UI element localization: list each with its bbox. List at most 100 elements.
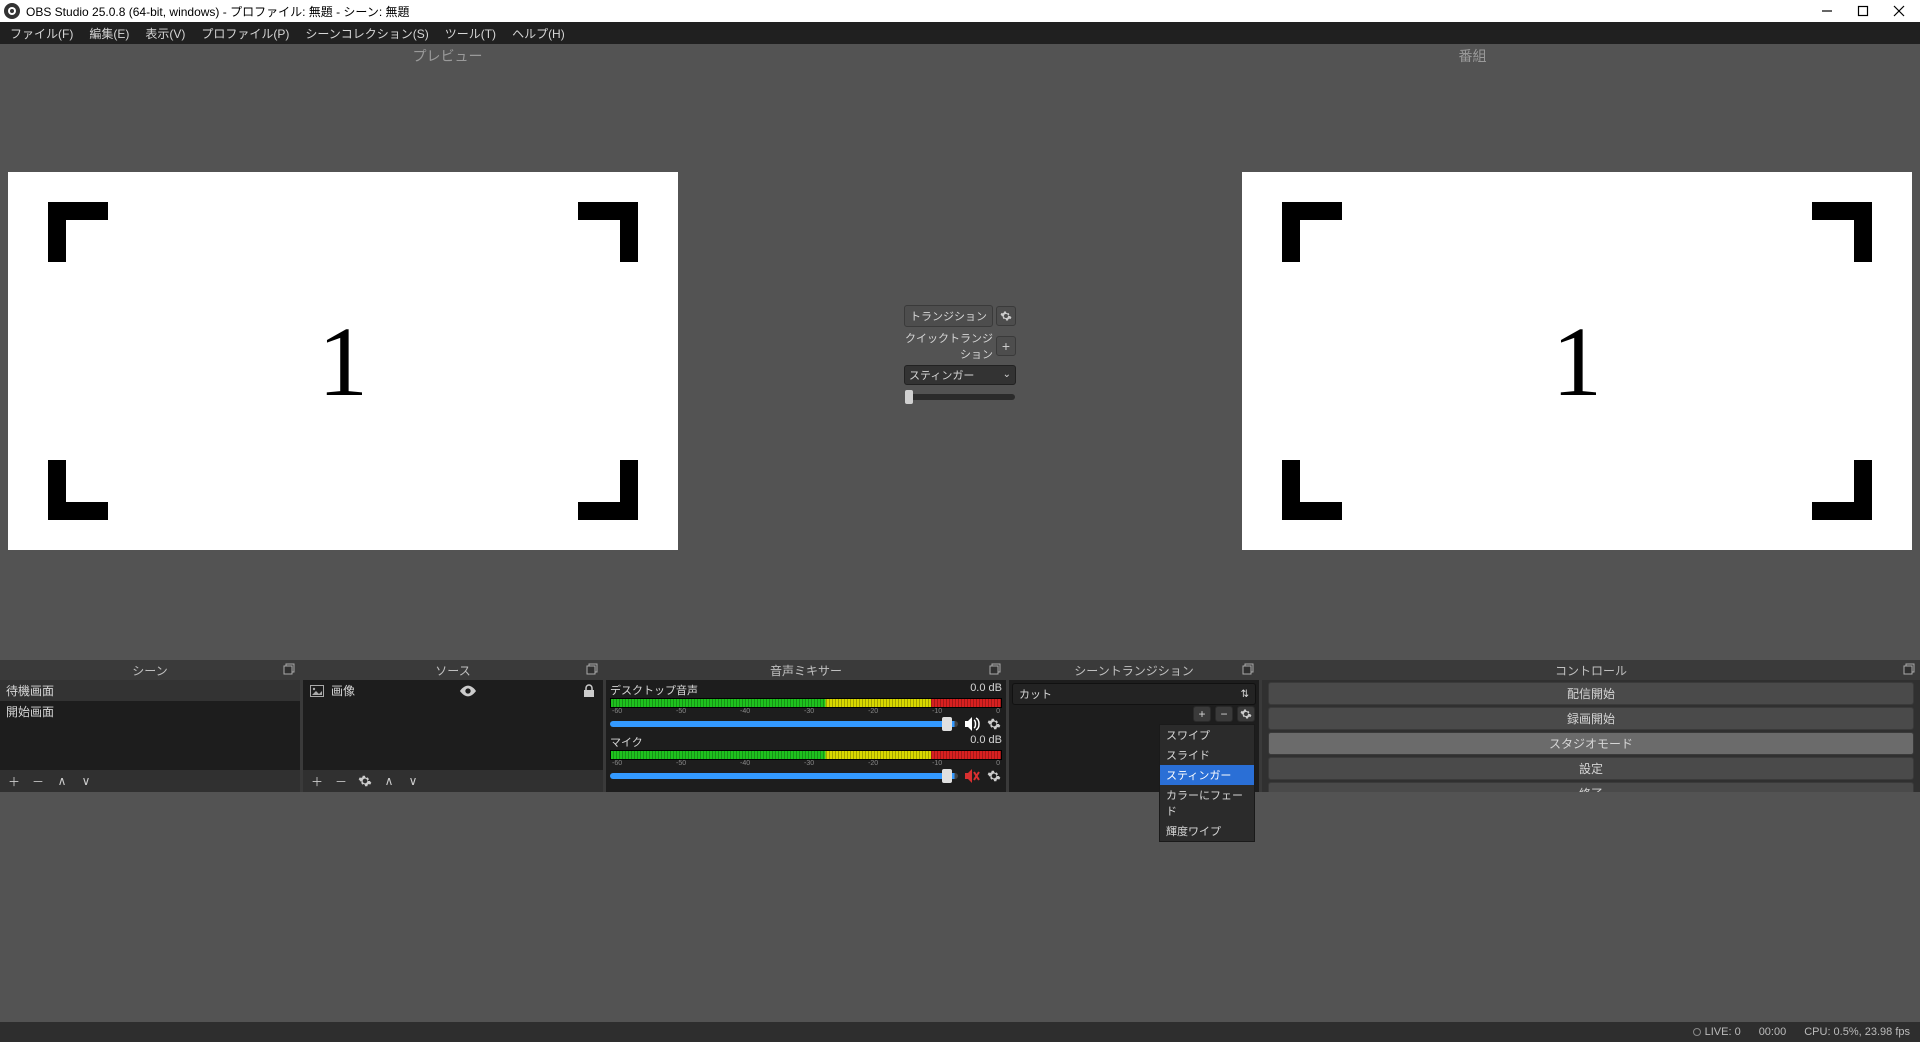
channel-db: 0.0 dB <box>970 734 1002 750</box>
quick-transition-label: クイックトランジション <box>904 330 993 362</box>
context-menu-item[interactable]: 輝度ワイプ <box>1160 821 1254 841</box>
crop-corner-icon <box>1282 460 1342 520</box>
mute-button[interactable] <box>964 768 980 784</box>
maximize-button[interactable] <box>1856 4 1870 18</box>
crop-corner-icon <box>1812 202 1872 262</box>
menu-file[interactable]: ファイル(F) <box>4 23 79 44</box>
menu-profile[interactable]: プロファイル(P) <box>195 23 295 44</box>
mute-button[interactable] <box>964 716 980 732</box>
menu-view[interactable]: 表示(V) <box>139 23 191 44</box>
context-menu-item[interactable]: カラーにフェード <box>1160 785 1254 821</box>
transition-context-menu: スワイプ スライド スティンガー カラーにフェード 輝度ワイプ <box>1159 724 1255 842</box>
source-item[interactable]: 画像 <box>303 680 603 701</box>
chevron-updown-icon: ⇅ <box>1241 689 1249 700</box>
crop-corner-icon <box>578 202 638 262</box>
status-cpu: CPU: 0.5%, 23.98 fps <box>1804 1026 1910 1038</box>
meter-ticks: -60-50-40-30-20-100 <box>610 760 1002 768</box>
slider-thumb-icon <box>942 769 952 783</box>
status-bar: LIVE: 0 00:00 CPU: 0.5%, 23.98 fps <box>0 1022 1920 1042</box>
channel-name: マイク <box>610 734 643 750</box>
channel-settings-button[interactable] <box>986 768 1002 784</box>
tbar-slider[interactable] <box>905 394 1015 400</box>
quick-transition-selected: スティンガー <box>909 367 974 383</box>
scene-item[interactable]: 待機画面 <box>0 680 300 701</box>
move-scene-down-button[interactable]: ∨ <box>78 773 94 789</box>
transition-settings-button[interactable] <box>1237 706 1255 722</box>
move-source-down-button[interactable]: ∨ <box>405 773 421 789</box>
crop-corner-icon <box>48 202 108 262</box>
slider-thumb-icon <box>942 717 952 731</box>
scene-transitions-title: シーントランジション <box>1074 662 1193 679</box>
app-logo-icon <box>4 3 20 19</box>
transition-settings-button[interactable] <box>996 306 1016 326</box>
move-source-up-button[interactable]: ∧ <box>381 773 397 789</box>
transition-selected: カット <box>1019 686 1052 702</box>
menu-edit[interactable]: 編集(E) <box>83 23 135 44</box>
plus-icon: + <box>1198 707 1205 721</box>
sources-dock: ソース 画像 ＋ － ∧ ∨ <box>303 660 603 792</box>
slider-thumb-icon <box>905 390 913 404</box>
dock-popout-button[interactable] <box>282 662 296 676</box>
crop-corner-icon <box>578 460 638 520</box>
plus-icon: + <box>1002 338 1010 354</box>
controls-dock: コントロール 配信開始 録画開始 スタジオモード 設定 終了 <box>1262 660 1920 792</box>
source-properties-button[interactable] <box>357 773 373 789</box>
live-dot-icon <box>1693 1028 1701 1036</box>
chevron-down-icon: ⌄ <box>1003 369 1011 380</box>
volume-slider[interactable] <box>610 773 958 779</box>
program-content-number: 1 <box>1552 304 1602 419</box>
audio-channel: マイク 0.0 dB -60-50-40-30-20-100 <box>606 732 1006 784</box>
context-menu-item[interactable]: スティンガー <box>1160 765 1254 785</box>
settings-button[interactable]: 設定 <box>1268 757 1914 780</box>
preview-canvas[interactable]: 1 <box>8 172 678 550</box>
transition-controls: トランジション クイックトランジション + スティンガー ⌄ <box>895 44 1025 660</box>
scenes-title: シーン <box>132 662 167 679</box>
menu-scenecollection[interactable]: シーンコレクション(S) <box>299 23 434 44</box>
studio-mode-button[interactable]: スタジオモード <box>1268 732 1914 755</box>
remove-scene-button[interactable]: － <box>30 773 46 789</box>
menu-help[interactable]: ヘルプ(H) <box>506 23 571 44</box>
program-canvas[interactable]: 1 <box>1242 172 1912 550</box>
add-quick-transition-button[interactable]: + <box>996 336 1016 356</box>
minimize-button[interactable] <box>1820 4 1834 18</box>
move-scene-up-button[interactable]: ∧ <box>54 773 70 789</box>
preview-label: プレビュー <box>413 44 483 62</box>
start-recording-button[interactable]: 録画開始 <box>1268 707 1914 730</box>
transition-button[interactable]: トランジション <box>904 305 993 327</box>
exit-button[interactable]: 終了 <box>1268 782 1914 792</box>
context-menu-item[interactable]: スライド <box>1160 745 1254 765</box>
crop-corner-icon <box>1812 460 1872 520</box>
remove-transition-button[interactable]: − <box>1215 706 1233 722</box>
audio-meter <box>610 750 1002 760</box>
transition-select[interactable]: カット ⇅ <box>1012 683 1256 705</box>
dock-popout-button[interactable] <box>1902 662 1916 676</box>
start-streaming-button[interactable]: 配信開始 <box>1268 682 1914 705</box>
dock-popout-button[interactable] <box>1241 662 1255 676</box>
visibility-toggle-button[interactable] <box>460 683 476 699</box>
audio-mixer-dock: 音声ミキサー デスクトップ音声0.0 dB -60-50-40-30-20-10… <box>606 660 1006 792</box>
channel-settings-button[interactable] <box>986 716 1002 732</box>
quick-transition-select[interactable]: スティンガー ⌄ <box>904 365 1016 385</box>
add-scene-button[interactable]: ＋ <box>6 773 22 789</box>
crop-corner-icon <box>1282 202 1342 262</box>
status-live: LIVE: 0 <box>1693 1026 1741 1038</box>
remove-source-button[interactable]: － <box>333 773 349 789</box>
add-source-button[interactable]: ＋ <box>309 773 325 789</box>
scenes-dock: シーン 待機画面 開始画面 ＋ － ∧ ∨ <box>0 660 300 792</box>
menu-tools[interactable]: ツール(T) <box>439 23 502 44</box>
close-button[interactable] <box>1892 4 1906 18</box>
preview-content-number: 1 <box>318 304 368 419</box>
crop-corner-icon <box>48 460 108 520</box>
lock-toggle-button[interactable] <box>581 683 597 699</box>
dock-popout-button[interactable] <box>585 662 599 676</box>
add-transition-button[interactable]: + <box>1193 706 1211 722</box>
dock-popout-button[interactable] <box>988 662 1002 676</box>
scene-item[interactable]: 開始画面 <box>0 701 300 722</box>
scene-transitions-dock: シーントランジション カット ⇅ + − スワイプ スライド スティンガー カラ… <box>1009 660 1259 792</box>
window-title: OBS Studio 25.0.8 (64-bit, windows) - プロ… <box>26 3 1820 20</box>
docks-row: シーン 待機画面 開始画面 ＋ － ∧ ∨ ソース 画像 ＋ <box>0 660 1920 792</box>
context-menu-item[interactable]: スワイプ <box>1160 725 1254 745</box>
volume-slider[interactable] <box>610 721 958 727</box>
channel-name: デスクトップ音声 <box>610 682 698 698</box>
status-live-text: LIVE: 0 <box>1705 1026 1741 1038</box>
